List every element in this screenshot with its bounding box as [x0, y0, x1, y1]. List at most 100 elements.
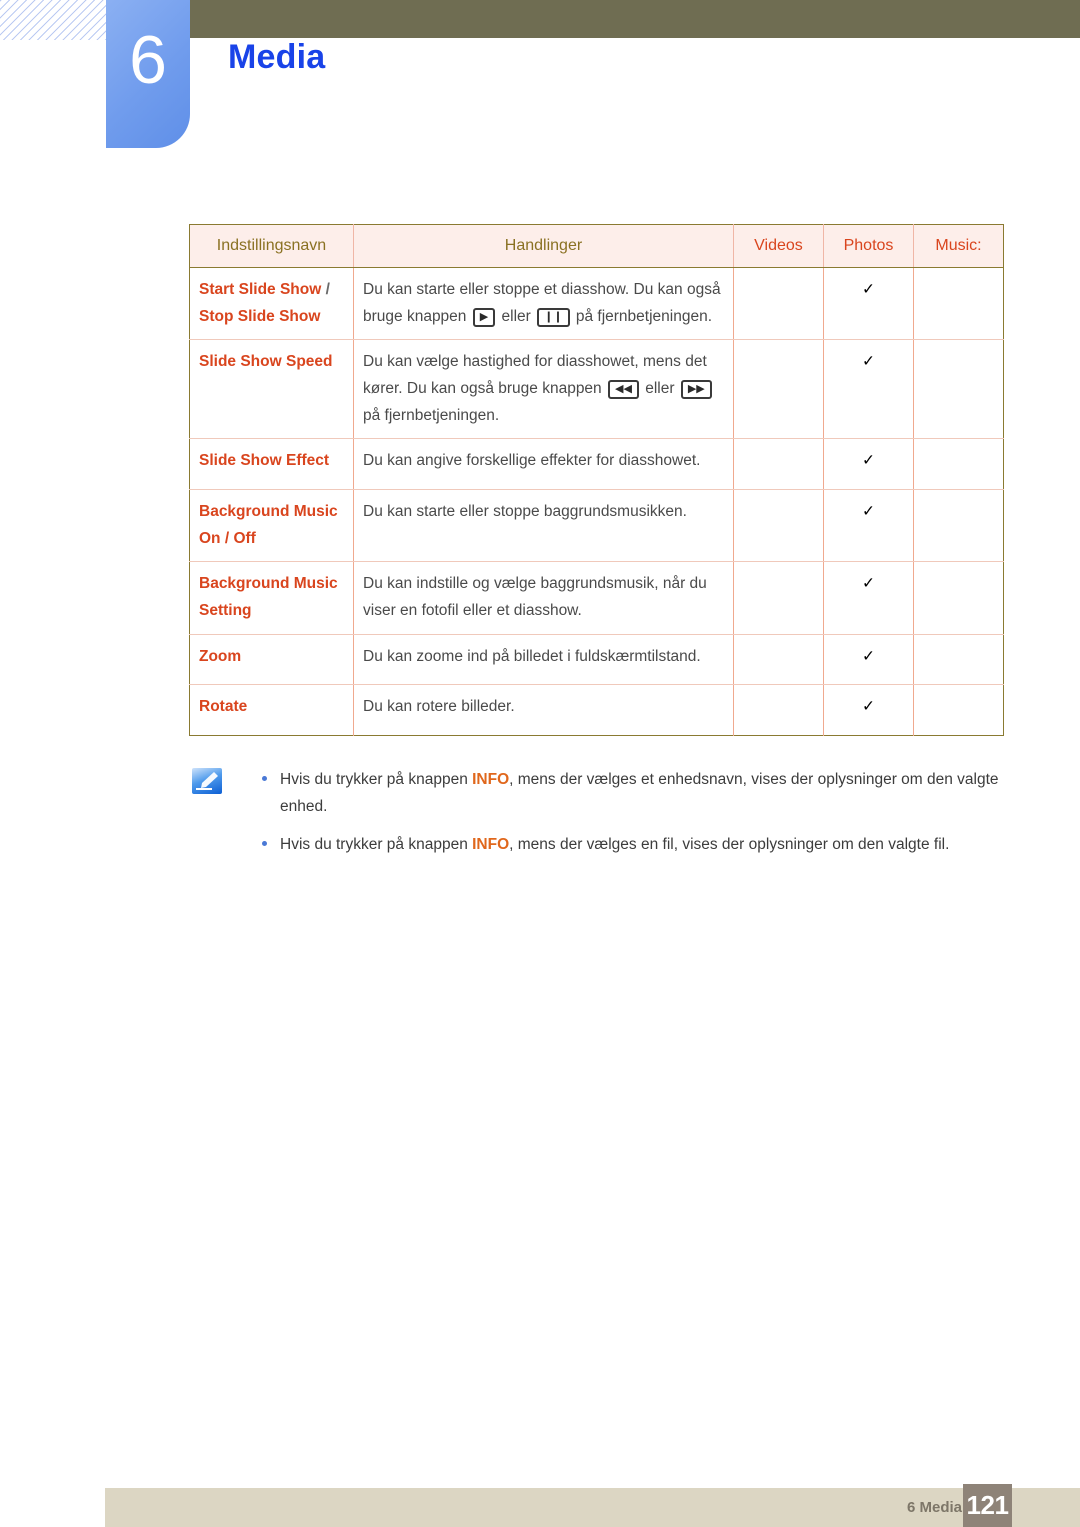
settings-table: Indstillingsnavn Handlinger Videos Photo… [189, 224, 1004, 736]
setting-description-cell: Du kan starte eller stoppe baggrundsmusi… [353, 489, 734, 563]
photos-support-cell: ✓ [823, 561, 914, 635]
fast-forward-button-icon: ▶▶ [680, 379, 712, 399]
table-row: Start Slide Show / Stop Slide Show Du ka… [189, 267, 1004, 341]
bullet-icon [262, 776, 267, 781]
checkmark-icon: ✓ [862, 502, 875, 520]
footer-bar: 6 Media [105, 1488, 1080, 1527]
setting-name-part: Start Slide Show [199, 281, 322, 298]
checkmark-icon: ✓ [862, 281, 875, 298]
bullet-icon [262, 841, 267, 847]
column-header-setting-name: Indstillingsnavn [189, 224, 354, 268]
note-item: Hvis du trykker på knappen INFO, mens de… [192, 766, 1004, 820]
description-text: eller [497, 307, 536, 325]
setting-name-cell: Background Music Setting [189, 561, 354, 635]
checkmark-icon [768, 349, 790, 371]
setting-description-cell: Du kan starte eller stoppe et diasshow. … [353, 267, 734, 341]
videos-support-cell [733, 267, 824, 341]
setting-name-cell: Background Music On / Off [189, 489, 354, 563]
setting-name-cell: Slide Show Speed [189, 339, 354, 440]
setting-name-separator: / [321, 281, 330, 298]
checkmark-icon: ✓ [862, 647, 875, 665]
info-keyword: INFO [472, 771, 510, 788]
note-text: Hvis du trykker på knappen [280, 771, 473, 788]
checkmark-icon [768, 694, 790, 716]
music-support-cell [914, 685, 1004, 736]
checkmark-icon [948, 349, 970, 371]
checkmark-icon [948, 448, 970, 470]
column-header-actions: Handlinger [353, 224, 734, 268]
table-header-row: Indstillingsnavn Handlinger Videos Photo… [189, 224, 1004, 268]
photos-support-cell: ✓ [823, 489, 914, 563]
setting-description-cell: Du kan vælge hastighed for diasshowet, m… [353, 339, 734, 440]
pause-button-icon: ❙❙ [537, 307, 570, 327]
checkmark-icon: ✓ [862, 698, 875, 716]
setting-name-cell: Slide Show Effect [189, 438, 354, 490]
note-text: , mens der vælges en fil, vises der oply… [509, 836, 950, 854]
play-button-icon: ▶ [472, 307, 496, 327]
column-header-photos: Photos [823, 224, 914, 268]
checkmark-icon: ✓ [862, 575, 875, 593]
checkmark-icon [948, 277, 970, 299]
description-text: på fjernbetjeningen. [363, 406, 500, 424]
setting-description-cell: Du kan indstille og vælge baggrundsmusik… [353, 561, 734, 635]
description-text: på fjernbetjeningen. [571, 307, 713, 325]
music-support-cell [913, 267, 1004, 341]
notes-section: Hvis du trykker på knappen INFO, mens de… [192, 766, 1004, 869]
videos-support-cell [733, 489, 824, 563]
checkmark-icon [948, 499, 970, 521]
table-row: Background Music Setting Du kan indstill… [189, 561, 1004, 635]
videos-support-cell [733, 561, 824, 635]
videos-support-cell [733, 684, 824, 736]
photos-support-cell: ✓ [823, 267, 914, 341]
checkmark-icon [768, 499, 790, 521]
setting-name-part: Stop Slide Show [199, 307, 321, 325]
description-text: eller [640, 379, 679, 397]
settings-table-wrapper: Indstillingsnavn Handlinger Videos Photo… [189, 224, 1004, 736]
videos-support-cell [733, 634, 824, 686]
info-keyword: INFO [472, 836, 510, 854]
decorative-hatch-pattern [0, 0, 106, 40]
checkmark-icon [768, 277, 790, 299]
videos-support-cell [733, 339, 824, 440]
header-olive-bar [188, 0, 1080, 38]
table-row: Zoom Du kan zoome ind på billedet i fuld… [189, 634, 1004, 686]
setting-description-cell: Du kan angive forskellige effekter for d… [353, 438, 734, 490]
note-item: Hvis du trykker på knappen INFO, mens de… [192, 831, 1004, 858]
column-header-music: Music: [913, 224, 1004, 268]
setting-description-cell: Du kan zoome ind på billedet i fuldskærm… [353, 634, 734, 686]
note-text: Hvis du trykker på knappen [280, 836, 473, 854]
checkmark-icon [948, 571, 970, 593]
checkmark-icon [948, 644, 970, 666]
music-support-cell [913, 489, 1004, 563]
table-row: Rotate Du kan rotere billeder. ✓ [189, 684, 1004, 736]
checkmark-icon [768, 644, 790, 666]
music-support-cell [913, 339, 1004, 440]
checkmark-icon: ✓ [862, 452, 875, 470]
checkmark-icon: ✓ [862, 353, 875, 371]
footer-chapter-label: 6 Media [906, 1499, 962, 1516]
music-support-cell [913, 561, 1004, 635]
setting-name-cell: Zoom [189, 634, 354, 686]
setting-name-cell: Start Slide Show / Stop Slide Show [189, 267, 354, 341]
photos-support-cell: ✓ [823, 438, 914, 490]
music-support-cell [913, 438, 1004, 490]
photos-support-cell: ✓ [823, 634, 914, 686]
checkmark-icon [768, 448, 790, 470]
page-title: Media [228, 38, 326, 76]
table-row: Slide Show Effect Du kan angive forskell… [189, 438, 1004, 490]
note-list: Hvis du trykker på knappen INFO, mens de… [192, 766, 1004, 858]
checkmark-icon [768, 571, 790, 593]
column-header-videos: Videos [733, 224, 824, 268]
checkmark-icon [948, 694, 970, 716]
setting-name-cell: Rotate [189, 684, 354, 736]
photos-support-cell: ✓ [823, 684, 914, 736]
photos-support-cell: ✓ [823, 339, 914, 440]
chapter-number-badge: 6 [106, 0, 190, 148]
music-support-cell [913, 634, 1004, 686]
videos-support-cell [733, 438, 824, 490]
rewind-button-icon: ◀◀ [607, 379, 639, 399]
setting-description-cell: Du kan rotere billeder. [353, 684, 734, 736]
table-row: Slide Show Speed Du kan vælge hastighed … [189, 339, 1004, 440]
table-row: Background Music On / Off Du kan starte … [189, 489, 1004, 563]
page-number-badge: 121 [963, 1484, 1012, 1527]
